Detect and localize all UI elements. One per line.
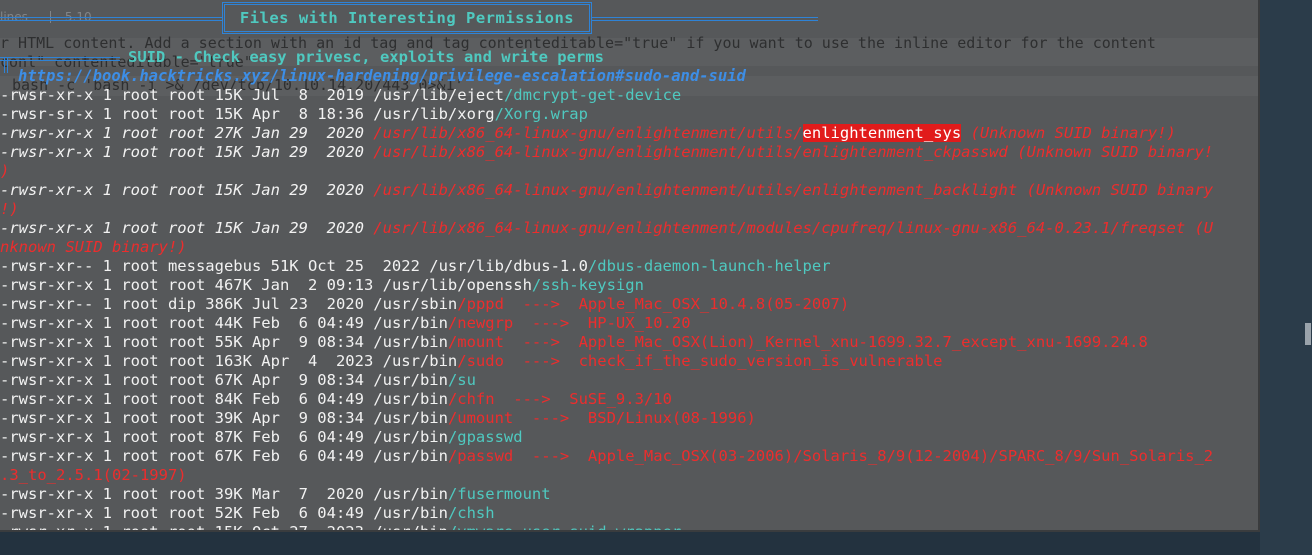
file-directory: /usr/bin <box>373 409 448 427</box>
file-permissions-meta: -rwsr-xr-- 1 root messagebus 51K Oct 25 … <box>0 257 430 275</box>
exploit-hint: /sudo ---> check_if_the_sudo_version_is_… <box>457 352 943 370</box>
file-permissions-meta: -rwsr-xr-- 1 root dip 386K Jul 23 2020 <box>0 295 374 313</box>
suid-entry-line: -rwsr-xr-x 1 root root 44K Feb 6 04:49 /… <box>0 314 691 333</box>
subsection-rule-vertical <box>4 57 8 73</box>
file-directory: /usr/bin <box>373 390 448 408</box>
file-name: /chsh <box>447 504 495 522</box>
file-directory: /usr/bin <box>373 333 448 351</box>
suid-entry-line: -rwsr-xr-- 1 root messagebus 51K Oct 25 … <box>0 257 831 276</box>
wrapped-text: ) <box>0 162 10 180</box>
file-directory: /usr/sbin <box>373 295 458 313</box>
file-directory: /usr/bin <box>373 371 448 389</box>
title-rule-right <box>592 17 818 21</box>
exploit-hint: /passwd ---> Apple_Mac_OSX(03-2006)/Sola… <box>447 447 1214 465</box>
file-permissions-meta: -rwsr-xr-x 1 root root 39K Apr 9 08:34 <box>0 409 374 427</box>
suid-entry-line: -rwsr-xr-- 1 root dip 386K Jul 23 2020 /… <box>0 295 849 314</box>
terminal-window[interactable]: lines 5.10 r HTML content. Add a section … <box>0 0 1260 532</box>
file-permissions-meta: -rwsr-xr-x 1 root root 52K Feb 6 04:49 <box>0 504 374 522</box>
hacktricks-link-line: https://book.hacktricks.xyz/linux-harden… <box>18 67 746 86</box>
unknown-suid-note: (Unknown SUID binary!) <box>961 124 1176 142</box>
file-permissions-meta: -rwsr-xr-x 1 root root 15K Jul 8 2019 <box>0 86 374 104</box>
file-name: /gpasswd <box>447 428 523 446</box>
file-permissions-meta: -rwsr-xr-x 1 root root 39K Mar 7 2020 <box>0 485 374 503</box>
highlighted-binary: enlightenment_sys <box>802 124 962 142</box>
suid-entry-wrap: ) <box>0 162 9 181</box>
section-title-box: Files with Interesting Permissions <box>222 2 592 34</box>
suid-entry-line: -rwsr-xr-x 1 root root 15K Jan 29 2020 /… <box>0 143 1213 162</box>
hacktricks-link[interactable]: https://book.hacktricks.xyz/linux-harden… <box>18 67 746 85</box>
suid-entry-line: -rwsr-xr-x 1 root root 163K Apr 4 2023 /… <box>0 352 943 371</box>
exploit-hint: /umount ---> BSD/Linux(08-1996) <box>447 409 756 427</box>
file-permissions-meta: -rwsr-xr-x 1 root root 467K Jan 2 09:13 <box>0 276 383 294</box>
suid-entry-line: -rwsr-xr-x 1 root root 87K Feb 6 04:49 /… <box>0 428 523 447</box>
exploit-hint: /mount ---> Apple_Mac_OSX(Lion)_Kernel_x… <box>447 333 1148 351</box>
file-directory: /usr/lib/xorg <box>373 105 495 123</box>
unknown-suid-path: /usr/lib/x86_64-linux-gnu/enlightenment/… <box>373 219 1214 237</box>
wrapped-text: nknown SUID binary!) <box>0 238 187 256</box>
desktop-background-right <box>1260 0 1312 555</box>
exploit-hint: /chfn ---> SuSE_9.3/10 <box>447 390 672 408</box>
suid-entry-line: -rwsr-xr-x 1 root root 39K Mar 7 2020 /u… <box>0 485 551 504</box>
file-name: /ssh-keysign <box>531 276 644 294</box>
wrapped-text: .3_to_2.5.1(02-1997) <box>0 466 187 484</box>
file-directory: /usr/bin <box>382 352 458 370</box>
file-permissions-meta: -rwsr-xr-x 1 root root 44K Feb 6 04:49 <box>0 314 374 332</box>
suid-entry-line: -rwsr-xr-x 1 root root 67K Apr 9 08:34 /… <box>0 371 476 390</box>
unknown-suid-path: /usr/lib/x86_64-linux-gnu/enlightenment/… <box>373 181 1214 199</box>
unknown-suid-path: /usr/lib/x86_64-linux-gnu/enlightenment/… <box>373 124 803 142</box>
file-permissions-meta: -rwsr-sr-x 1 root root 15K Apr 8 18:36 <box>0 105 374 123</box>
desktop-background-bottom <box>0 532 1260 555</box>
suid-entry-line: -rwsr-xr-x 1 root root 27K Jan 29 2020 /… <box>0 124 1176 143</box>
suid-entry-wrap: .3_to_2.5.1(02-1997) <box>0 466 187 485</box>
file-directory: /usr/lib/openssh <box>382 276 532 294</box>
file-directory: /usr/bin <box>373 314 448 332</box>
file-permissions-meta: -rwsr-xr-x 1 root root 15K Jan 29 2020 <box>0 219 374 237</box>
exploit-hint: /newgrp ---> HP-UX_10.20 <box>447 314 691 332</box>
file-name: /vmware-user-suid-wrapper <box>447 523 682 532</box>
file-name: /fusermount <box>447 485 551 503</box>
subsection-heading: SUID - Check easy privesc, exploits and … <box>128 48 604 66</box>
file-permissions-meta: -rwsr-xr-x 1 root root 67K Apr 9 08:34 <box>0 371 374 389</box>
suid-entry-line: -rwsr-xr-x 1 root root 52K Feb 6 04:49 /… <box>0 504 495 523</box>
suid-entry-line: -rwsr-xr-x 1 root root 467K Jan 2 09:13 … <box>0 276 644 295</box>
scrollbar-handle[interactable] <box>1305 323 1311 345</box>
file-directory: /usr/bin <box>373 504 448 522</box>
file-permissions-meta: -rwsr-xr-x 1 root root 87K Feb 6 04:49 <box>0 428 374 446</box>
file-permissions-meta: -rwsr-xr-x 1 root root 67K Feb 6 04:49 <box>0 447 374 465</box>
file-permissions-meta: -rwsr-xr-x 1 root root 84K Feb 6 04:49 <box>0 390 374 408</box>
unknown-suid-path: /usr/lib/x86_64-linux-gnu/enlightenment/… <box>373 143 1214 161</box>
file-directory: /usr/bin <box>373 523 448 532</box>
file-name: /dbus-daemon-launch-helper <box>587 257 831 275</box>
wrapped-text: !) <box>0 200 19 218</box>
suid-entry-wrap: nknown SUID binary!) <box>0 238 187 257</box>
file-permissions-meta: -rwsr-xr-x 1 root root 15K Oct 27 2023 <box>0 523 374 532</box>
suid-entry-line: -rwsr-xr-x 1 root root 15K Jan 29 2020 /… <box>0 181 1213 200</box>
file-permissions-meta: -rwsr-xr-x 1 root root 163K Apr 4 2023 <box>0 352 383 370</box>
file-directory: /usr/lib/eject <box>373 86 504 104</box>
file-permissions-meta: -rwsr-xr-x 1 root root 15K Jan 29 2020 <box>0 181 374 199</box>
file-directory: /usr/bin <box>373 485 448 503</box>
suid-entry-line: -rwsr-sr-x 1 root root 15K Apr 8 18:36 /… <box>0 105 588 124</box>
suid-entry-line: -rwsr-xr-x 1 root root 39K Apr 9 08:34 /… <box>0 409 756 428</box>
suid-entry-line: -rwsr-xr-x 1 root root 15K Oct 27 2023 /… <box>0 523 682 532</box>
suid-entry-line: -rwsr-xr-x 1 root root 15K Jan 29 2020 /… <box>0 219 1213 238</box>
file-directory: /usr/lib/dbus-1.0 <box>429 257 588 275</box>
file-permissions-meta: -rwsr-xr-x 1 root root 27K Jan 29 2020 <box>0 124 374 142</box>
file-permissions-meta: -rwsr-xr-x 1 root root 15K Jan 29 2020 <box>0 143 374 161</box>
title-rule-left <box>0 17 222 21</box>
section-title: Files with Interesting Permissions <box>239 9 575 27</box>
file-name: /dmcrypt-get-device <box>503 86 682 104</box>
file-directory: /usr/bin <box>373 428 448 446</box>
subsection-rule <box>0 57 120 61</box>
file-name: /su <box>447 371 476 389</box>
suid-entry-line: -rwsr-xr-x 1 root root 84K Feb 6 04:49 /… <box>0 390 672 409</box>
file-directory: /usr/bin <box>373 447 448 465</box>
suid-entry-line: -rwsr-xr-x 1 root root 15K Jul 8 2019 /u… <box>0 86 681 105</box>
suid-entry-line: -rwsr-xr-x 1 root root 55K Apr 9 08:34 /… <box>0 333 1148 352</box>
suid-entry-wrap: !) <box>0 200 19 219</box>
exploit-hint: /pppd ---> Apple_Mac_OSX_10.4.8(05-2007) <box>457 295 850 313</box>
file-permissions-meta: -rwsr-xr-x 1 root root 55K Apr 9 08:34 <box>0 333 374 351</box>
file-name: /Xorg.wrap <box>494 105 588 123</box>
suid-entry-line: -rwsr-xr-x 1 root root 67K Feb 6 04:49 /… <box>0 447 1213 466</box>
